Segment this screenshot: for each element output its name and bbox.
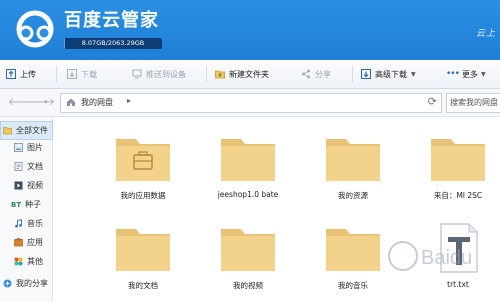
address-bar[interactable]: 我的网盘 ▸ ⟳ [60, 93, 442, 113]
folder-icon [221, 229, 275, 271]
sidebar-item-images[interactable]: 图片 [0, 139, 52, 156]
file-item-my-resources[interactable]: 我的资源 [308, 133, 398, 213]
search-input[interactable]: 搜索我的网盘 [446, 93, 500, 113]
folder-icon [116, 229, 170, 271]
refresh-icon[interactable]: ⟳ [428, 95, 437, 108]
chevron-down-icon: ▼ [411, 70, 416, 78]
download-icon [67, 69, 77, 79]
sidebar-item-label: 全部文件 [16, 126, 48, 135]
image-icon [14, 143, 23, 152]
file-name: 来自：MI 2SC [433, 191, 483, 200]
app-folder-icon [116, 139, 170, 181]
advanced-download-button[interactable]: 高级下载 ▼ [361, 60, 416, 88]
toolbar-divider [56, 66, 57, 82]
title-bar: 百度云管家 8.07GB/2063.29GB 云上 [0, 0, 500, 60]
search-placeholder: 搜索我的网盘 [450, 98, 498, 107]
bt-icon: BT [11, 200, 22, 209]
folder-icon [326, 229, 380, 271]
sidebar-item-label: 应用 [27, 238, 43, 247]
toolbar: 上传 下载 推送到设备 新建文件夹 分享 高级下载 ▼ ••• 更多 ▼ [0, 60, 500, 89]
file-name: 我的资源 [338, 191, 368, 200]
share-button[interactable]: 分享 [301, 60, 331, 88]
sidebar-item-label: 音乐 [27, 219, 43, 228]
device-icon [132, 69, 142, 79]
chevron-down-icon[interactable]: ▾ [44, 98, 48, 106]
storage-quota-bar: 8.07GB/2063.29GB [64, 38, 162, 49]
more-dots-icon: ••• [446, 69, 460, 79]
file-item-jeeshop[interactable]: jeeshop1.0 bate [203, 133, 293, 213]
sidebar-item-others[interactable]: 其他 [0, 253, 52, 270]
toolbar-divider [206, 66, 207, 82]
forward-arrow-icon[interactable]: 🡒 [28, 96, 55, 108]
video-icon [14, 181, 23, 190]
share-label: 分享 [315, 69, 331, 79]
sidebar-item-apps[interactable]: 应用 [0, 234, 52, 251]
document-icon [14, 162, 23, 171]
sidebar-item-label: 我的分享 [16, 279, 48, 288]
my-share-icon [3, 279, 12, 288]
brand-corner-text: 云上 [475, 29, 496, 39]
advanced-download-icon [361, 69, 371, 79]
file-name: trt.txt [447, 280, 469, 289]
sidebar-item-label: 视频 [27, 181, 43, 190]
folder-icon [326, 139, 380, 181]
sidebar-item-videos[interactable]: 视频 [0, 177, 52, 194]
download-label: 下载 [81, 69, 97, 79]
other-icon [14, 257, 23, 266]
app-icon [14, 238, 23, 247]
storage-quota-text: 8.07GB/2063.29GB [81, 39, 145, 47]
new-folder-button[interactable]: 新建文件夹 [215, 60, 269, 88]
breadcrumb-chevron-icon[interactable]: ▸ [127, 96, 131, 105]
watermark-text: Baidu [421, 247, 472, 269]
sidebar-item-label: 图片 [27, 143, 43, 152]
file-item-app-data[interactable]: 我的应用数据 [98, 133, 188, 213]
file-name: 我的视频 [233, 281, 263, 290]
sidebar: 全部文件 图片 文档 视频 BT 种子 音乐 应用 其他 我的分享 [0, 117, 53, 302]
file-name: 我的音乐 [338, 281, 368, 290]
download-button[interactable]: 下载 [67, 60, 97, 88]
new-folder-label: 新建文件夹 [229, 69, 269, 79]
toolbar-divider [352, 66, 353, 82]
file-name: jeeshop1.0 bate [217, 190, 279, 199]
upload-button[interactable]: 上传 [6, 60, 36, 88]
sidebar-item-label: 种子 [25, 200, 41, 209]
music-icon [15, 219, 22, 228]
chevron-down-icon: ▼ [480, 70, 486, 78]
navigation-bar: 🡐 🡒 ▾ 我的网盘 ▸ ⟳ 搜索我的网盘 [0, 89, 500, 117]
breadcrumb[interactable]: 我的网盘 [81, 97, 113, 108]
sidebar-item-documents[interactable]: 文档 [0, 158, 52, 175]
share-icon [302, 69, 310, 79]
file-item-from-mi2sc[interactable]: 来自：MI 2SC [413, 133, 500, 213]
upload-icon [6, 69, 16, 79]
push-to-device-button[interactable]: 推送到设备 [132, 60, 186, 88]
advanced-download-label: 高级下载 [375, 69, 407, 79]
more-button[interactable]: ••• 更多 ▼ [446, 60, 486, 88]
folder-icon [431, 139, 485, 181]
file-item-my-documents[interactable]: 我的文档 [98, 223, 188, 303]
baidu-watermark: Baidu [388, 241, 472, 271]
file-name: 我的文档 [128, 281, 158, 290]
baidu-cloud-logo [16, 10, 54, 48]
sidebar-item-my-shares[interactable]: 我的分享 [0, 275, 52, 292]
file-item-my-videos[interactable]: 我的视频 [203, 223, 293, 303]
more-label: 更多 [461, 69, 478, 79]
sidebar-item-label: 文档 [27, 162, 43, 171]
push-to-device-label: 推送到设备 [146, 69, 186, 79]
sidebar-item-label: 其他 [27, 257, 43, 266]
new-folder-icon [215, 70, 225, 79]
home-icon[interactable] [66, 97, 76, 107]
all-files-icon [3, 127, 12, 135]
sidebar-item-all-files[interactable]: 全部文件 [0, 121, 53, 140]
sidebar-item-music[interactable]: 音乐 [0, 215, 52, 232]
sidebar-item-torrents[interactable]: BT 种子 [0, 196, 52, 213]
file-name: 我的应用数据 [120, 191, 166, 200]
folder-icon [221, 139, 275, 181]
app-title: 百度云管家 [64, 10, 159, 31]
upload-label: 上传 [20, 69, 36, 79]
